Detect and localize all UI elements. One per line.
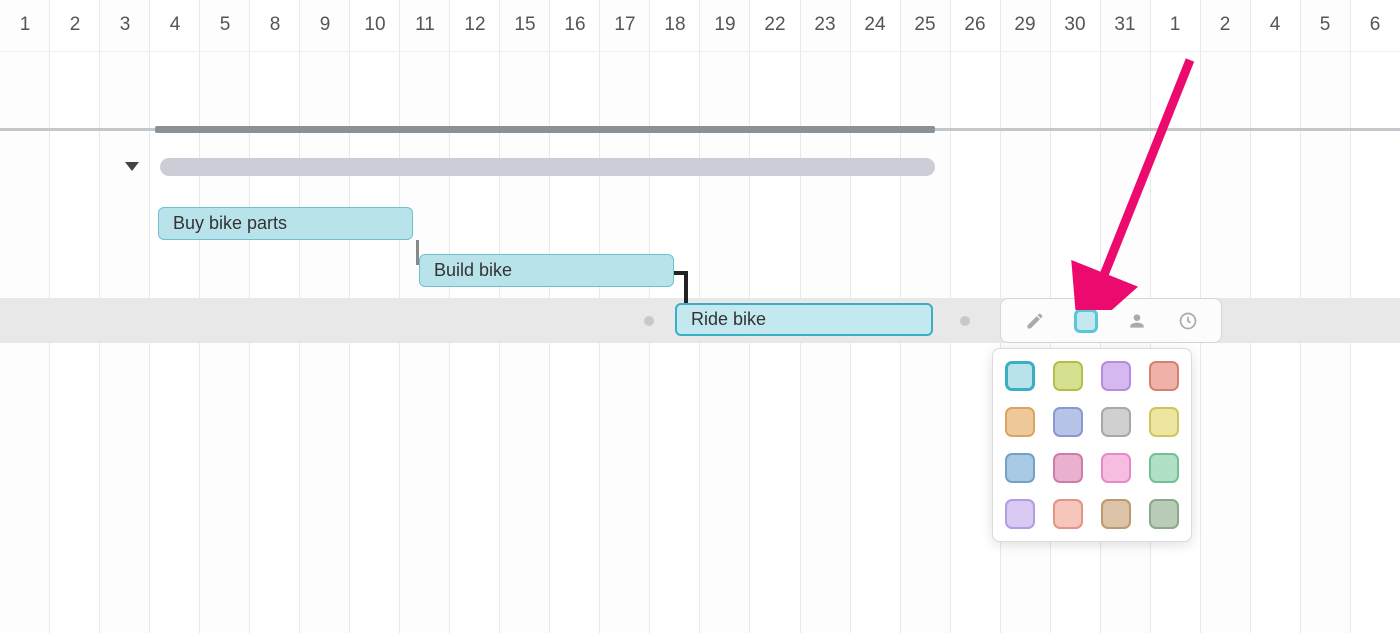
task-start-handle[interactable]	[644, 316, 654, 326]
color-swatch-3[interactable]	[1149, 361, 1179, 391]
task-label-input[interactable]	[691, 309, 917, 330]
color-swatch-15[interactable]	[1149, 499, 1179, 529]
day-label: 4	[150, 0, 200, 51]
task-label: Build bike	[434, 260, 512, 281]
color-swatch-1[interactable]	[1053, 361, 1083, 391]
edit-button[interactable]	[1018, 304, 1052, 338]
day-label: 12	[450, 0, 500, 51]
color-button[interactable]	[1069, 304, 1103, 338]
day-label: 10	[350, 0, 400, 51]
task-end-handle[interactable]	[960, 316, 970, 326]
color-swatch-0[interactable]	[1005, 361, 1035, 391]
day-label: 22	[750, 0, 800, 51]
task-label: Buy bike parts	[173, 213, 287, 234]
color-swatch-13[interactable]	[1053, 499, 1083, 529]
color-swatch-icon	[1074, 309, 1098, 333]
day-label: 30	[1050, 0, 1100, 51]
color-swatch-14[interactable]	[1101, 499, 1131, 529]
task-bar-buy-bike-parts[interactable]: Buy bike parts	[158, 207, 413, 240]
color-swatch-6[interactable]	[1101, 407, 1131, 437]
day-label: 2	[50, 0, 100, 51]
day-label: 19	[700, 0, 750, 51]
task-connector	[684, 271, 688, 305]
day-label: 25	[900, 0, 950, 51]
day-label: 9	[300, 0, 350, 51]
color-swatch-7[interactable]	[1149, 407, 1179, 437]
timeline-header: 1 2 3 4 5 8 9 10 11 12 15 16 17 18 19 22…	[0, 0, 1400, 52]
day-label: 3	[100, 0, 150, 51]
assign-button[interactable]	[1120, 304, 1154, 338]
day-label: 5	[200, 0, 250, 51]
day-label: 8	[250, 0, 300, 51]
color-swatch-8[interactable]	[1005, 453, 1035, 483]
task-bar-ride-bike[interactable]	[675, 303, 933, 336]
project-duration-bar[interactable]	[155, 126, 935, 133]
day-label: 6	[1350, 0, 1400, 51]
day-label: 15	[500, 0, 550, 51]
color-swatch-5[interactable]	[1053, 407, 1083, 437]
group-collapse-caret[interactable]	[125, 162, 139, 171]
day-label: 31	[1100, 0, 1150, 51]
time-button[interactable]	[1171, 304, 1205, 338]
group-summary-bar[interactable]	[160, 158, 935, 176]
task-bar-build-bike[interactable]: Build bike	[419, 254, 674, 287]
day-label: 1	[1150, 0, 1200, 51]
day-label: 2	[1200, 0, 1250, 51]
day-label: 29	[1000, 0, 1050, 51]
clock-icon	[1178, 311, 1198, 331]
day-label: 16	[550, 0, 600, 51]
color-swatch-12[interactable]	[1005, 499, 1035, 529]
pencil-icon	[1025, 311, 1045, 331]
day-label: 17	[600, 0, 650, 51]
day-label: 11	[400, 0, 450, 51]
color-swatch-2[interactable]	[1101, 361, 1131, 391]
day-label: 1	[0, 0, 50, 51]
color-picker-popup	[992, 348, 1192, 542]
day-label: 4	[1250, 0, 1300, 51]
day-label: 5	[1300, 0, 1350, 51]
task-toolbar	[1000, 298, 1222, 343]
day-label: 26	[950, 0, 1000, 51]
user-icon	[1127, 311, 1147, 331]
day-label: 18	[650, 0, 700, 51]
color-swatch-4[interactable]	[1005, 407, 1035, 437]
day-label: 24	[850, 0, 900, 51]
color-swatch-11[interactable]	[1149, 453, 1179, 483]
color-swatch-9[interactable]	[1053, 453, 1083, 483]
day-label: 23	[800, 0, 850, 51]
color-swatch-10[interactable]	[1101, 453, 1131, 483]
